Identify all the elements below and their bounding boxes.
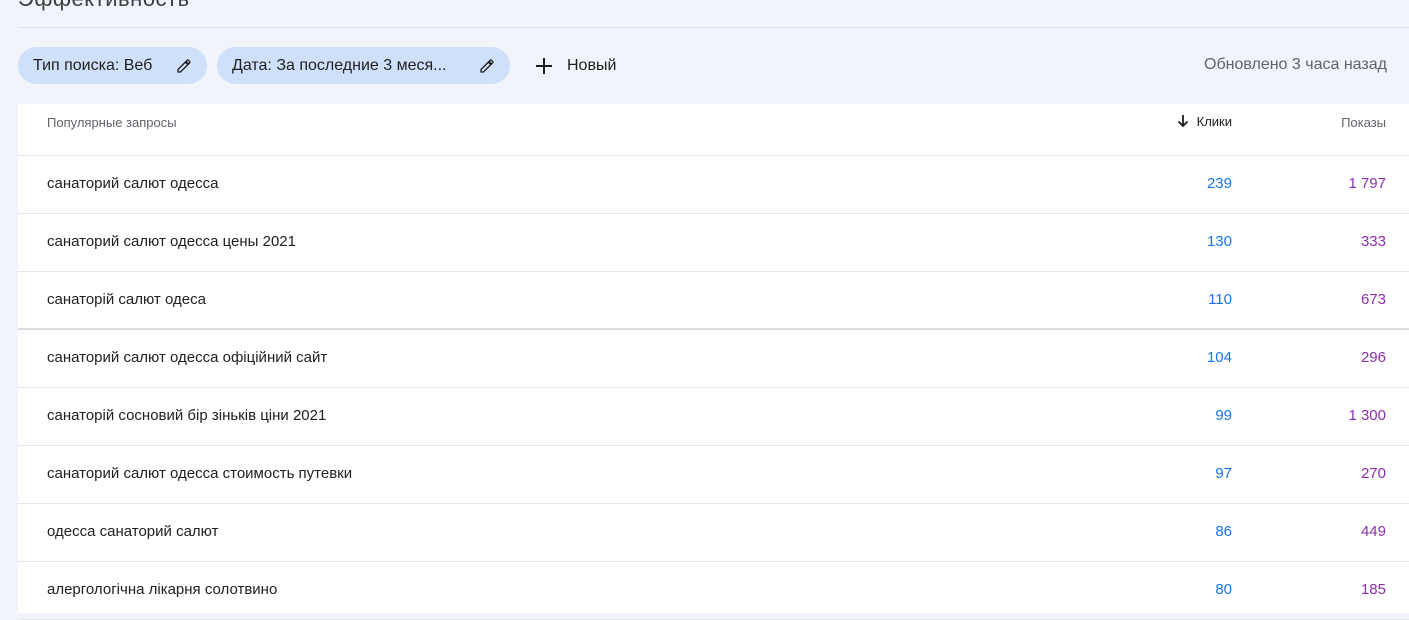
filter-chip-label: Дата: За последние 3 меся...	[232, 56, 447, 74]
clicks-cell: 110	[1208, 291, 1232, 308]
query-cell: санаторий салют одесса	[47, 175, 219, 192]
column-header-clicks[interactable]: Клики	[1175, 113, 1232, 129]
query-cell: алергологічна лікарня солотвино	[47, 581, 278, 598]
clicks-cell: 97	[1215, 465, 1232, 482]
impressions-cell: 673	[1360, 291, 1386, 308]
column-header-clicks-label: Клики	[1196, 113, 1232, 129]
new-filter-label: Новый	[567, 56, 617, 74]
impressions-cell: 449	[1360, 523, 1386, 540]
query-cell: одесса санаторий салют	[47, 523, 219, 540]
header-divider	[18, 27, 1409, 28]
arrow-down-icon	[1175, 113, 1191, 129]
clicks-cell: 130	[1206, 233, 1232, 250]
table-row[interactable]: санаторій сосновий бір зіньків ціни 2021…	[18, 388, 1409, 446]
table-row[interactable]: санаторий салют одесса офіційний сайт 10…	[18, 330, 1409, 388]
query-cell: санаторій салют одеса	[47, 291, 206, 308]
query-cell: санаторий салют одесса стоимость путевки	[47, 465, 353, 482]
clicks-cell: 99	[1215, 407, 1232, 424]
table-row[interactable]: санаторій салют одеса 110 673	[18, 272, 1409, 330]
table-row[interactable]: одесса санаторий салют 86 449	[18, 504, 1409, 562]
impressions-cell: 185	[1360, 581, 1386, 598]
filter-chip-label: Тип поиска: Веб	[33, 56, 153, 74]
column-header-impressions[interactable]: Показы	[1341, 115, 1386, 130]
query-cell: санаторій сосновий бір зіньків ціни 2021	[47, 407, 327, 424]
impressions-cell: 270	[1360, 465, 1386, 482]
pencil-icon[interactable]	[175, 57, 193, 75]
filter-chip-search-type[interactable]: Тип поиска: Веб	[18, 47, 207, 84]
impressions-cell: 1 797	[1348, 175, 1386, 192]
new-filter-button[interactable]: Новый	[533, 55, 616, 77]
table-row[interactable]: санаторий салют одесса цены 2021 130 333	[18, 214, 1409, 272]
clicks-cell: 86	[1215, 523, 1232, 540]
table-header: Популярные запросы Клики Показы	[18, 104, 1409, 156]
plus-icon	[533, 55, 555, 77]
filter-bar: Тип поиска: Веб Дата: За последние 3 мес…	[18, 47, 616, 84]
clicks-cell: 80	[1215, 581, 1232, 598]
pencil-icon[interactable]	[478, 57, 496, 75]
table-row[interactable]: санаторий салют одесса 239 1 797	[18, 156, 1409, 214]
query-cell: санаторий салют одесса офіційний сайт	[47, 349, 328, 366]
query-cell: санаторий салют одесса цены 2021	[47, 233, 296, 250]
table-row[interactable]: алергологічна лікарня солотвино 80 185	[18, 562, 1409, 620]
column-header-query: Популярные запросы	[47, 115, 177, 130]
impressions-cell: 1 300	[1348, 407, 1386, 424]
impressions-cell: 296	[1360, 349, 1386, 366]
last-updated-text: Обновлено 3 часа назад	[1204, 56, 1387, 73]
table-row[interactable]: санаторий салют одесса стоимость путевки…	[18, 446, 1409, 504]
clicks-cell: 239	[1206, 175, 1232, 192]
queries-table: Популярные запросы Клики Показы санатори…	[18, 104, 1409, 620]
impressions-cell: 333	[1360, 233, 1386, 250]
filter-chip-date[interactable]: Дата: За последние 3 меся...	[217, 47, 510, 84]
clicks-cell: 104	[1206, 349, 1232, 366]
page-title-cutoff: Эффективность	[18, 0, 190, 12]
